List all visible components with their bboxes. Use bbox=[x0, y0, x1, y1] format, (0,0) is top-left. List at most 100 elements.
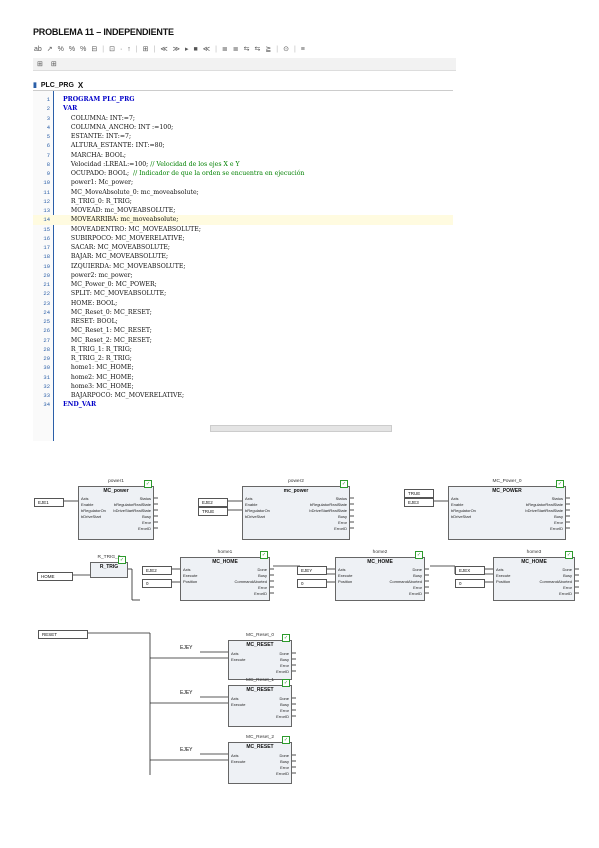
line-number: 34 bbox=[43, 401, 50, 409]
output-pin: bRegulatorRealState bbox=[113, 502, 151, 507]
output-pin: Done bbox=[257, 567, 267, 572]
code-line[interactable]: 3 COLUMNA: INT:=7; bbox=[33, 114, 453, 123]
variable-box[interactable]: TRUE bbox=[404, 489, 434, 498]
code-line[interactable]: 34 END_VAR bbox=[33, 400, 453, 409]
toolbar-icon[interactable]: ⊡ bbox=[108, 45, 116, 53]
variable-box[interactable]: EJE2 bbox=[142, 566, 172, 575]
toolbar-icon[interactable]: ≣ bbox=[221, 45, 229, 53]
code-line[interactable]: 14 MOVEARRIBA: mc_moveabsolute; bbox=[33, 215, 453, 225]
code-line[interactable]: 25 RESET: BOOL; bbox=[33, 317, 453, 326]
check-icon: ✓ bbox=[282, 634, 290, 642]
block-type: MC_power bbox=[103, 488, 129, 494]
toolbar-icon[interactable]: · bbox=[119, 46, 123, 53]
variable-box[interactable]: EJEY bbox=[297, 566, 327, 575]
function-block[interactable]: MC_Reset_0 MC_RESET ✓ Axis Execute Done Busy Er… bbox=[228, 633, 292, 680]
toolbar-icon[interactable]: ≣ bbox=[232, 45, 240, 53]
toolbar-icon[interactable]: ≡ bbox=[300, 46, 306, 53]
code-line[interactable]: 5 ESTANTE: INT:=7; bbox=[33, 132, 453, 141]
code-line[interactable]: 28 R_TRIG_1: R_TRIG; bbox=[33, 345, 453, 354]
code-line[interactable]: 8 Velocidad :LREAL:=100; // Velocidad de… bbox=[33, 160, 453, 169]
variable-box[interactable]: 0 bbox=[297, 579, 327, 588]
code-line[interactable]: 22 SPLIT: MC_MOVEABSOLUTE; bbox=[33, 289, 453, 298]
code-text: COLUMNA_ANCHO: INT :=100; bbox=[63, 123, 174, 131]
variable-box[interactable]: EJE1 bbox=[34, 498, 64, 507]
toolbar-icon[interactable]: ⇆ bbox=[243, 45, 251, 53]
code-line[interactable]: 18 BAJAR: MC_MOVEABSOLUTE; bbox=[33, 252, 453, 261]
code-line[interactable]: 11 MC_MoveAbsolute_0: mc_moveabsolute; bbox=[33, 188, 453, 197]
toolbar-icon[interactable]: ⊙ bbox=[282, 45, 290, 53]
code-line[interactable]: 9 OCUPADO: BOOL; // Indicador de que la … bbox=[33, 169, 453, 178]
variable-box[interactable]: TRUE bbox=[198, 507, 228, 516]
code-line[interactable]: 4 COLUMNA_ANCHO: INT :=100; bbox=[33, 123, 453, 132]
function-block[interactable]: MC_Reset_1 MC_RESET ✓ Axis Execute Done Busy Er… bbox=[228, 678, 292, 727]
code-line[interactable]: 21 MC_Power_0: MC_POWER; bbox=[33, 280, 453, 289]
function-block[interactable]: home3 MC_HOME ✓ Axis Execute Position Done Busy… bbox=[493, 550, 575, 601]
toolbar-icon[interactable]: ≧ bbox=[264, 45, 272, 53]
code-text: PROGRAM PLC_PRG bbox=[63, 96, 135, 103]
code-line[interactable]: 1 PROGRAM PLC_PRG bbox=[33, 95, 453, 104]
code-line[interactable]: 24 MC_Reset_0: MC_RESET; bbox=[33, 308, 453, 317]
function-block[interactable]: MC_Power_0 MC_POWER ✓ Axis Enable bRegulatorO… bbox=[448, 479, 566, 540]
r-trig-block[interactable]: R_TRIG_0 R_TRIG ✓ bbox=[90, 555, 128, 578]
code-line[interactable]: 31 home2: MC_HOME; bbox=[33, 373, 453, 382]
code-line[interactable]: 23 HOME: BOOL; bbox=[33, 299, 453, 308]
toolbar-icon[interactable]: ▸ bbox=[184, 45, 190, 53]
toolbar-icon[interactable]: ↗ bbox=[46, 45, 54, 53]
code-comment: // Indicador de que la orden se encuentr… bbox=[132, 170, 305, 177]
code-line[interactable]: 27 MC_Reset_2: MC_RESET; bbox=[33, 336, 453, 345]
horizontal-scrollbar[interactable] bbox=[210, 425, 392, 432]
line-number: 25 bbox=[43, 318, 50, 325]
code-line[interactable]: 7 MARCHA: BOOL; bbox=[33, 151, 453, 160]
output-pin: ErrorID bbox=[334, 526, 347, 531]
code-line[interactable]: 32 home3: MC_HOME; bbox=[33, 382, 453, 391]
function-block[interactable]: MC_Reset_2 MC_RESET ✓ Axis Execute Done Busy Er… bbox=[228, 735, 292, 784]
variable-box[interactable]: EJE3 bbox=[404, 498, 434, 507]
code-line[interactable]: 26 MC_Reset_1: MC_RESET; bbox=[33, 326, 453, 335]
variable-box[interactable]: HOME bbox=[37, 572, 73, 581]
variable-box[interactable]: RESET bbox=[38, 630, 88, 639]
code-line[interactable]: 29 R_TRIG_2: R_TRIG; bbox=[33, 354, 453, 363]
toolbar-icon[interactable]: ≪ bbox=[159, 45, 168, 53]
function-block[interactable]: home1 MC_HOME ✓ Axis Execute Position Done Busy… bbox=[180, 550, 270, 601]
function-block[interactable]: power2 mc_power ✓ Axis Enable bRegulatorOn bDr… bbox=[242, 479, 350, 540]
code-line[interactable]: 19 IZQUIERDA: MC_MOVEABSOLUTE; bbox=[33, 262, 453, 271]
toolbar-icon[interactable]: % bbox=[57, 46, 65, 53]
variable-box[interactable]: EJEX bbox=[455, 566, 485, 575]
toolbar-icon[interactable]: ⊟ bbox=[90, 45, 98, 53]
code-line[interactable]: 16 SUBIRPOCO: MC_MOVERELATIVE; bbox=[33, 234, 453, 243]
function-block[interactable]: home2 MC_HOME ✓ Axis Execute Position Done Busy… bbox=[335, 550, 425, 601]
block-instance-name: power2 bbox=[288, 479, 304, 484]
toolbar-icon[interactable]: ≫ bbox=[172, 45, 181, 53]
code-line[interactable]: 20 power2: mc_power; bbox=[33, 271, 453, 280]
toolbar-icon[interactable]: ⊞ bbox=[142, 45, 150, 53]
code-editor[interactable]: 1 PROGRAM PLC_PRG 2 VAR 3 COLUMNA: INT:=7; 4 … bbox=[33, 90, 453, 441]
block-type: MC_HOME bbox=[212, 559, 238, 565]
variable-box[interactable]: 0 bbox=[455, 579, 485, 588]
function-block[interactable]: power1 MC_power ✓ Axis Enable bRegulatorOn bDr… bbox=[78, 479, 154, 540]
code-line[interactable]: 17 SACAR: MC_MOVEABSOLUTE; bbox=[33, 243, 453, 252]
code-line[interactable]: 10 power1: Mc_power; bbox=[33, 178, 453, 187]
toolbar-icon[interactable]: ↑ bbox=[126, 46, 132, 53]
editor-tab[interactable]: ▮ PLC_PRG X bbox=[33, 80, 83, 90]
code-line[interactable]: 6 ALTURA_ESTANTE: INT:=80; bbox=[33, 141, 453, 150]
output-pin: CommandAborted bbox=[389, 579, 422, 584]
code-line[interactable]: 33 BAJARPOCO: MC_MOVERELATIVE; bbox=[33, 391, 453, 400]
code-line[interactable]: 30 home1: MC_HOME; bbox=[33, 363, 453, 372]
variable-box[interactable]: EJE2 bbox=[198, 498, 228, 507]
toolbar-icon[interactable]: ab bbox=[33, 46, 43, 53]
close-icon[interactable]: X bbox=[78, 81, 83, 90]
toolbar-small-icon[interactable]: ⊞ bbox=[50, 60, 58, 68]
variable-box[interactable]: 0 bbox=[142, 579, 172, 588]
toolbar-icon[interactable]: ■ bbox=[193, 46, 199, 53]
toolbar-icon[interactable]: ≪ bbox=[202, 45, 211, 53]
code-line[interactable]: 12 R_TRIG_0: R_TRIG; bbox=[33, 197, 453, 206]
code-line[interactable]: 15 MOVEADENTRO: MC_MOVEABSOLUTE; bbox=[33, 225, 453, 234]
toolbar-small-icon[interactable]: ⊞ bbox=[36, 60, 44, 68]
toolbar-icon[interactable]: % bbox=[79, 46, 87, 53]
toolbar-icon[interactable]: % bbox=[68, 46, 76, 53]
output-pin: Status bbox=[335, 496, 347, 501]
check-icon: ✓ bbox=[118, 556, 126, 564]
code-line[interactable]: 2 VAR bbox=[33, 104, 453, 113]
toolbar-icon[interactable]: ⇆ bbox=[254, 45, 262, 53]
code-line[interactable]: 13 MOVEAD: mc_MOVEABSOLUTE; bbox=[33, 206, 453, 215]
